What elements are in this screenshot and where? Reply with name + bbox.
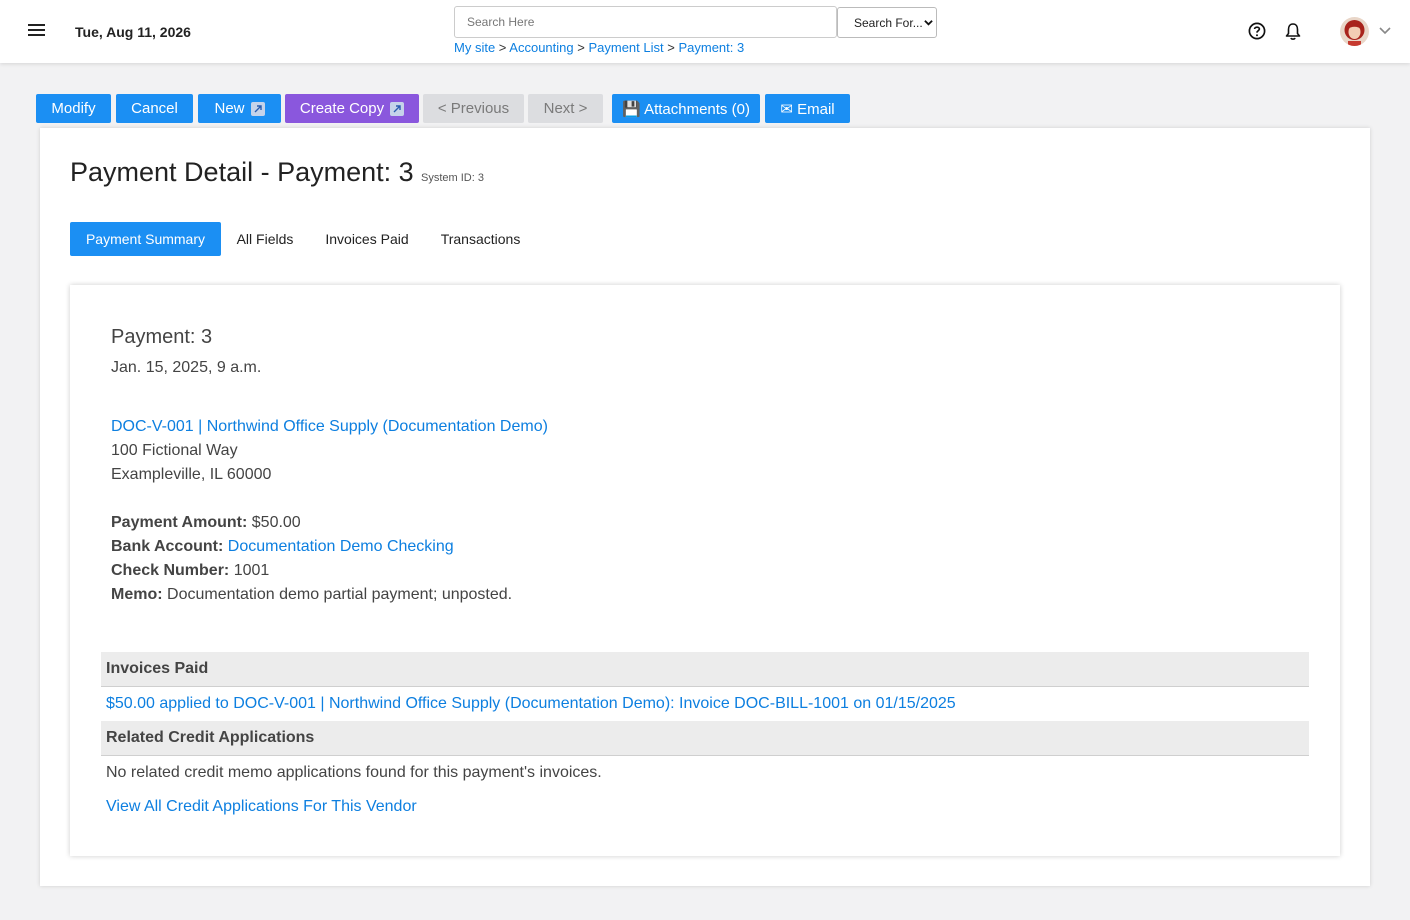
system-id: System ID: 3 xyxy=(421,172,484,184)
breadcrumb-payment-list[interactable]: Payment List xyxy=(588,40,663,55)
top-bar: Tue, Aug 11, 2026 Search For... My site … xyxy=(0,0,1410,63)
view-all-credit-applications-link[interactable]: View All Credit Applications For This Ve… xyxy=(106,798,417,816)
bell-icon[interactable] xyxy=(1284,22,1302,41)
related-credit-applications-heading: Related Credit Applications xyxy=(101,721,1309,756)
breadcrumb-separator: > xyxy=(667,40,675,55)
breadcrumb-separator: > xyxy=(577,40,585,55)
external-link-icon xyxy=(250,101,265,116)
vendor-link[interactable]: DOC-V-001 | Northwind Office Supply (Doc… xyxy=(111,418,548,436)
new-button[interactable]: New xyxy=(198,94,281,123)
check-number-row: Check Number: 1001 xyxy=(111,562,269,580)
page-title: Payment Detail - Payment: 3 xyxy=(70,157,414,187)
vendor-address-line1: 100 Fictional Way xyxy=(111,442,238,459)
breadcrumb-accounting[interactable]: Accounting xyxy=(509,40,573,55)
next-label: Next > xyxy=(543,100,588,117)
search-for-select[interactable]: Search For... xyxy=(837,7,937,38)
modify-button[interactable]: Modify xyxy=(36,94,111,123)
help-icon[interactable] xyxy=(1248,22,1266,40)
external-link-icon xyxy=(390,101,405,116)
payment-amount-value: $50.00 xyxy=(251,514,301,531)
create-copy-label: Create Copy xyxy=(299,100,385,117)
email-label: ✉ Email xyxy=(780,100,835,118)
attachments-label: 💾 Attachments (0) xyxy=(622,100,750,118)
bank-account-label: Bank Account: xyxy=(111,538,224,555)
chevron-down-icon[interactable] xyxy=(1379,27,1391,35)
search-for-label: Search For... xyxy=(854,15,923,30)
modify-label: Modify xyxy=(51,100,96,117)
payment-amount-label: Payment Amount: xyxy=(111,514,248,531)
email-button[interactable]: ✉ Email xyxy=(765,94,850,123)
invoice-applied-link[interactable]: $50.00 applied to DOC-V-001 | Northwind … xyxy=(106,695,956,713)
create-copy-button[interactable]: Create Copy xyxy=(285,94,419,123)
payment-date: Jan. 15, 2025, 9 a.m. xyxy=(111,359,262,376)
payment-title: Payment: 3 xyxy=(111,326,213,348)
current-date: Tue, Aug 11, 2026 xyxy=(75,24,191,40)
tab-invoices-paid[interactable]: Invoices Paid xyxy=(314,222,420,256)
breadcrumb-separator: > xyxy=(498,40,507,55)
memo-value: Documentation demo partial payment; unpo… xyxy=(167,586,513,603)
tab-transactions[interactable]: Transactions xyxy=(430,222,531,256)
breadcrumb-my-site[interactable]: My site xyxy=(454,40,495,55)
search-input[interactable] xyxy=(454,6,837,38)
bank-account-row: Bank Account: Documentation Demo Checkin… xyxy=(111,538,454,556)
bank-account-link[interactable]: Documentation Demo Checking xyxy=(228,538,454,555)
vendor-address-line2: Exampleville, IL 60000 xyxy=(111,466,272,483)
previous-button[interactable]: < Previous xyxy=(423,94,524,123)
check-number-value: 1001 xyxy=(233,562,270,579)
hamburger-menu-icon[interactable] xyxy=(28,24,45,38)
memo-label: Memo: xyxy=(111,586,163,603)
cancel-button[interactable]: Cancel xyxy=(116,94,193,123)
no-credit-applications-text: No related credit memo applications foun… xyxy=(106,764,602,781)
payment-amount-row: Payment Amount: $50.00 xyxy=(111,514,301,532)
check-number-label: Check Number: xyxy=(111,562,230,579)
user-avatar[interactable] xyxy=(1340,17,1369,46)
memo-row: Memo: Documentation demo partial payment… xyxy=(111,586,512,604)
next-button[interactable]: Next > xyxy=(528,94,603,123)
new-label: New xyxy=(214,100,245,117)
breadcrumb: My site > Accounting > Payment List > Pa… xyxy=(454,40,744,55)
invoices-paid-heading: Invoices Paid xyxy=(101,652,1309,687)
tab-all-fields[interactable]: All Fields xyxy=(225,222,305,256)
breadcrumb-payment-3[interactable]: Payment: 3 xyxy=(678,40,744,55)
chevron-down-icon xyxy=(924,20,933,26)
tab-payment-summary[interactable]: Payment Summary xyxy=(70,222,221,256)
cancel-label: Cancel xyxy=(131,100,178,117)
attachments-button[interactable]: 💾 Attachments (0) xyxy=(612,94,760,123)
previous-label: < Previous xyxy=(437,100,510,117)
